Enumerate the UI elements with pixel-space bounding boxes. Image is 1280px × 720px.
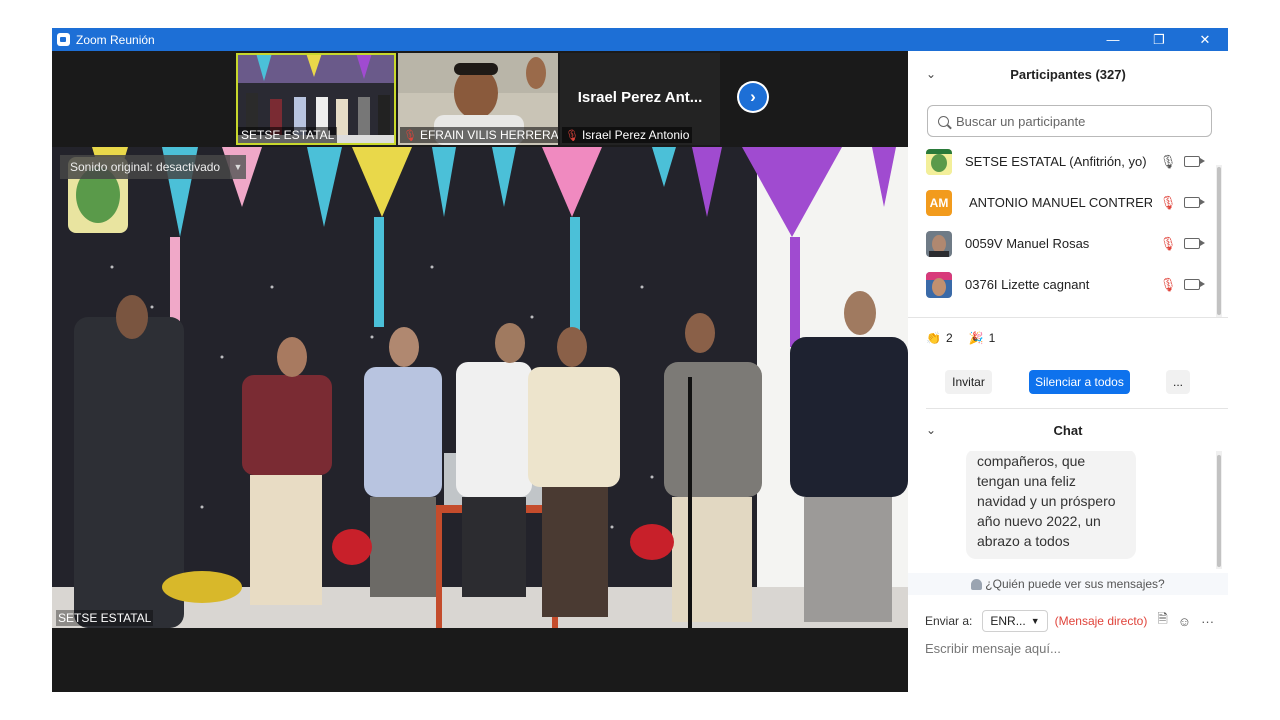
- video-camera-icon[interactable]: [1184, 238, 1205, 249]
- chat-scroll-thumb[interactable]: [1217, 455, 1221, 567]
- next-page-button[interactable]: ›: [737, 81, 769, 113]
- thumbnail-label: 🎙 EFRAIN VILIS HERRERA: [400, 127, 558, 143]
- who-can-see-text: ¿Quién puede ver sus mensajes?: [985, 577, 1165, 591]
- video-area: SETSE ESTATAL 🎙 EFRAIN VILIS HERRERA Isra…: [52, 51, 908, 692]
- original-sound-toggle[interactable]: Sonido original: desactivado: [60, 155, 231, 179]
- emoji-icon[interactable]: ☺: [1178, 614, 1191, 629]
- chat-messages: compañeros, que tengan una feliz navidad…: [908, 451, 1214, 571]
- chevron-right-icon: ›: [739, 83, 767, 111]
- participant-avatar: AM: [926, 189, 952, 216]
- thumbnail-strip: SETSE ESTATAL 🎙 EFRAIN VILIS HERRERA Isra…: [236, 53, 720, 145]
- mic-muted-icon: 🎙: [403, 130, 417, 142]
- thumbnail-label: 🎙 Israel Perez Antonio: [562, 127, 693, 143]
- participant-avatar: [926, 230, 952, 257]
- participant-row[interactable]: SETSE ESTATAL (Anfitrión, yo) 🎙: [908, 141, 1214, 182]
- thumbnail-setse[interactable]: SETSE ESTATAL: [236, 53, 396, 145]
- more-icon[interactable]: ···: [1201, 614, 1214, 629]
- participant-row[interactable]: 0059V Manuel Rosas 🎙: [908, 223, 1214, 264]
- close-button[interactable]: ✕: [1182, 28, 1228, 51]
- chat-message-line: tengan una feliz: [977, 473, 1076, 489]
- send-to-row: Enviar a: ENR... ▼ (Mensaje directo) 🗎 ☺…: [925, 608, 1214, 634]
- divider: [908, 317, 1228, 318]
- zoom-logo-icon: [57, 33, 70, 46]
- main-video-scene: [52, 147, 908, 628]
- invite-button[interactable]: Invitar: [945, 370, 992, 394]
- participants-header[interactable]: ⌄ Participantes (327): [908, 59, 1228, 89]
- more-options-button[interactable]: ...: [1166, 370, 1190, 394]
- chat-message-line: año nuevo 2022, un: [977, 513, 1101, 529]
- participant-name: 0376I Lizette cagnant: [965, 277, 1090, 292]
- participant-row[interactable]: 0376I Lizette cagnant 🎙: [908, 264, 1214, 305]
- participant-name: SETSE ESTATAL (Anfitrión, yo): [965, 154, 1147, 169]
- chat-header[interactable]: ⌄ Chat: [908, 415, 1228, 445]
- video-camera-icon[interactable]: [1184, 279, 1205, 290]
- reaction-count: 2: [945, 331, 953, 345]
- chat-message-line: abrazo a todos: [977, 533, 1070, 549]
- mic-muted-icon[interactable]: 🎙: [1158, 195, 1178, 211]
- chevron-down-icon: ▼: [1030, 616, 1040, 626]
- video-camera-icon[interactable]: [1184, 156, 1205, 167]
- main-video: Sonido original: desactivado ▼ SETSE EST…: [52, 147, 908, 628]
- search-placeholder: Buscar un participante: [956, 113, 1086, 129]
- participant-name: ANTONIO MANUEL CONTRER...: [969, 195, 1152, 210]
- participant-row[interactable]: AM ANTONIO MANUEL CONTRER... 🎙: [908, 182, 1214, 223]
- reaction-summary: 👏 2 🎉 1: [926, 331, 995, 345]
- reaction-count: 1: [988, 331, 996, 345]
- send-to-label: Enviar a:: [925, 614, 973, 628]
- recipient-dropdown[interactable]: ENR... ▼: [982, 610, 1048, 632]
- thumbnail-label: SETSE ESTATAL: [238, 127, 338, 143]
- mic-muted-icon[interactable]: 🎙: [1158, 236, 1178, 252]
- direct-message-label: (Mensaje directo): [1054, 614, 1148, 628]
- participant-avatar: [926, 271, 952, 298]
- reaction-party[interactable]: 🎉 1: [969, 331, 996, 345]
- microphone-icon[interactable]: 🎙: [1158, 154, 1178, 170]
- chat-title: Chat: [1053, 422, 1083, 438]
- participant-search-input[interactable]: Buscar un participante: [927, 105, 1212, 137]
- video-camera-icon[interactable]: [1184, 197, 1205, 208]
- mic-muted-icon[interactable]: 🎙: [1158, 277, 1178, 293]
- minimize-button[interactable]: —: [1090, 28, 1136, 51]
- mic-muted-icon: 🎙: [565, 130, 579, 142]
- mute-all-button[interactable]: Silenciar a todos: [1029, 370, 1130, 394]
- chevron-down-icon[interactable]: ▼: [230, 155, 246, 179]
- participant-scroll-thumb[interactable]: [1217, 167, 1221, 315]
- side-panel: ⌄ Participantes (327) Buscar un particip…: [908, 51, 1228, 692]
- window-title: Zoom Reunión: [76, 32, 155, 47]
- participant-avatar: [926, 148, 952, 175]
- divider: [926, 408, 1228, 409]
- participants-title: Participantes (327): [1010, 66, 1126, 82]
- speaker-name-label: SETSE ESTATAL: [56, 610, 154, 626]
- title-bar: Zoom Reunión — ❐ ✕: [52, 28, 1228, 51]
- search-icon: [938, 115, 949, 127]
- thumbnail-israel[interactable]: Israel Perez Ant... 🎙 Israel Perez Antoni…: [560, 53, 720, 145]
- chat-message-line: navidad y un próspero: [977, 493, 1116, 509]
- chevron-down-icon[interactable]: ⌄: [926, 423, 936, 437]
- thumbnail-efrain[interactable]: 🎙 EFRAIN VILIS HERRERA: [398, 53, 558, 145]
- file-icon[interactable]: 🗎: [1157, 610, 1167, 632]
- thumbnail-display-name: Israel Perez Ant...: [577, 89, 703, 106]
- chevron-down-icon[interactable]: ⌄: [926, 67, 936, 81]
- recipient-value: ENR...: [990, 614, 1026, 628]
- restore-button[interactable]: ❐: [1136, 28, 1182, 51]
- party-icon: 🎉: [968, 331, 984, 345]
- who-can-see-link[interactable]: ¿Quién puede ver sus mensajes?: [908, 573, 1228, 595]
- chat-message-input[interactable]: Escribir mensaje aquí...: [925, 641, 1215, 656]
- chat-message-line: compañeros, que: [977, 453, 1086, 469]
- person-icon: [971, 578, 983, 590]
- clap-icon: 👏: [926, 331, 941, 345]
- participant-list: SETSE ESTATAL (Anfitrión, yo) 🎙 AM ANTON…: [908, 141, 1214, 317]
- chat-message-bubble: compañeros, que tengan una feliz navidad…: [966, 451, 1136, 559]
- reaction-clap[interactable]: 👏 2: [926, 331, 953, 345]
- zoom-window: Zoom Reunión — ❐ ✕ SETSE ESTATAL 🎙 EFRAI…: [52, 28, 1228, 692]
- participant-name: 0059V Manuel Rosas: [965, 236, 1090, 251]
